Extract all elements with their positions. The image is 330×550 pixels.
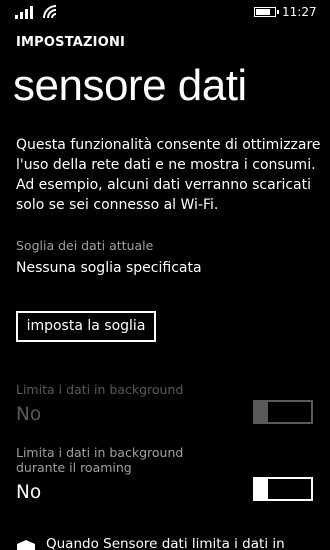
roaming-limit-label-line1: Limita i dati in background: [16, 445, 184, 460]
threshold-value: Nessuna soglia specificata: [16, 260, 202, 276]
description: Questa funzionalità consente di ottimizz…: [16, 135, 326, 215]
background-limit-value: No: [16, 404, 42, 425]
roaming-limit-label-line2: durante il roaming: [16, 460, 132, 475]
shield-icon: [17, 540, 35, 550]
section-title: IMPOSTAZIONI: [16, 35, 126, 50]
background-limit-toggle[interactable]: [253, 400, 313, 424]
page-title: sensore dati: [13, 61, 247, 110]
roaming-limit-toggle[interactable]: [253, 477, 313, 501]
battery-tip: [277, 10, 279, 14]
clock: 11:27: [282, 5, 317, 19]
battery-level-fill: [256, 9, 270, 15]
description-line: l'uso della rete dati e ne mostra i cons…: [16, 157, 316, 173]
description-line: solo se sei connesso al Wi-Fi.: [16, 197, 219, 213]
background-limit-label: Limita i dati in background: [16, 382, 184, 397]
wifi-icon: [43, 5, 57, 19]
footer-text: Quando Sensore dati limita i dati in: [46, 536, 285, 550]
description-line: Ad esempio, alcuni dati verranno scarica…: [16, 177, 311, 193]
toggle-knob: [255, 400, 268, 424]
threshold-label: Soglia dei dati attuale: [16, 238, 154, 253]
set-threshold-button[interactable]: imposta la soglia: [16, 311, 156, 342]
toggle-knob: [255, 477, 268, 501]
roaming-limit-value: No: [16, 482, 42, 503]
description-line: Questa funzionalità consente di ottimizz…: [16, 137, 321, 153]
battery-icon: [254, 7, 279, 17]
signal-bars-icon: [15, 5, 37, 19]
status-bar: 11:27: [0, 0, 330, 24]
